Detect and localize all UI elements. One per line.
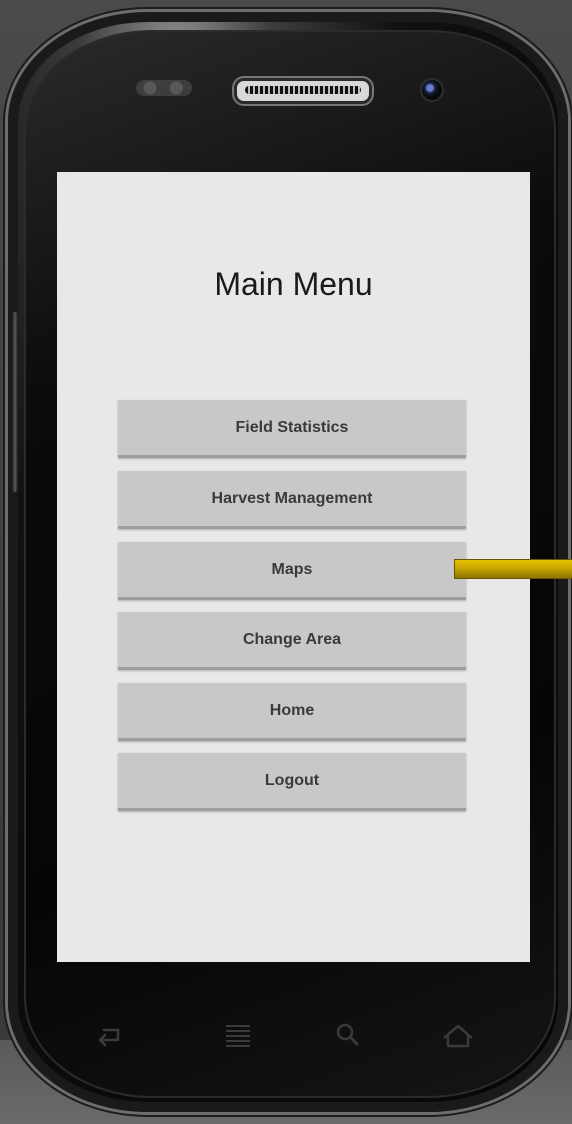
home-icon[interactable] [438,1018,478,1052]
maps-button[interactable]: Maps [118,542,466,600]
home-button[interactable]: Home [118,683,466,741]
field-statistics-button[interactable]: Field Statistics [118,400,466,458]
side-volume-button [12,312,18,492]
annotation-arrow [454,559,572,579]
search-icon[interactable] [328,1018,368,1052]
change-area-button[interactable]: Change Area [118,612,466,670]
phone-navigation-bar [60,1010,520,1060]
page-title: Main Menu [214,266,373,302]
proximity-sensor [136,80,192,96]
front-camera-icon [420,78,444,102]
logout-button[interactable]: Logout [118,753,466,811]
menu-icon[interactable] [218,1018,258,1052]
earpiece-speaker [234,78,372,104]
back-icon[interactable] [88,1018,128,1052]
harvest-management-button[interactable]: Harvest Management [118,471,466,529]
